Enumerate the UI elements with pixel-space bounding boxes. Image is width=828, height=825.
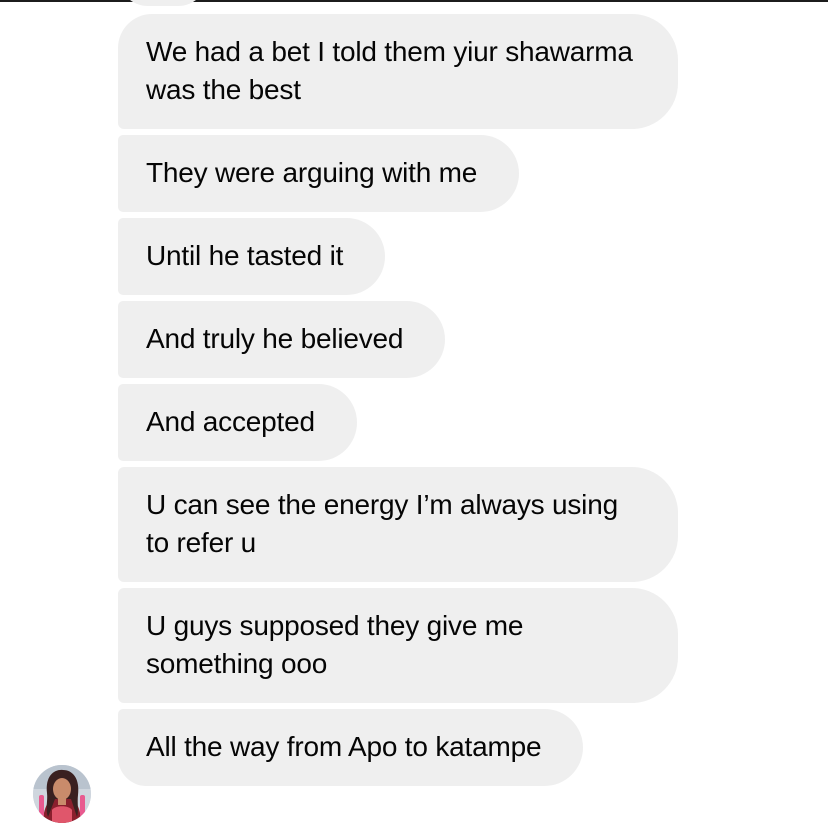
message-bubble[interactable]: And truly he believed: [118, 301, 446, 378]
message-thread: We had a bet I told them yiur shawarma w…: [118, 14, 728, 792]
message-bubble[interactable]: U guys supposed they give me something o…: [118, 588, 678, 703]
avatar-portrait-icon: [33, 765, 91, 823]
partial-message-bubble: [118, 0, 208, 6]
message-bubble[interactable]: We had a bet I told them yiur shawarma w…: [118, 14, 678, 129]
message-bubble[interactable]: And accepted: [118, 384, 357, 461]
message-bubble[interactable]: U can see the energy I’m always using to…: [118, 467, 678, 582]
message-bubble[interactable]: They were arguing with me: [118, 135, 520, 212]
message-bubble[interactable]: All the way from Apo to katampe: [118, 709, 584, 786]
message-bubble[interactable]: Until he tasted it: [118, 218, 386, 295]
sender-avatar[interactable]: [33, 765, 91, 823]
top-divider: [0, 0, 828, 2]
